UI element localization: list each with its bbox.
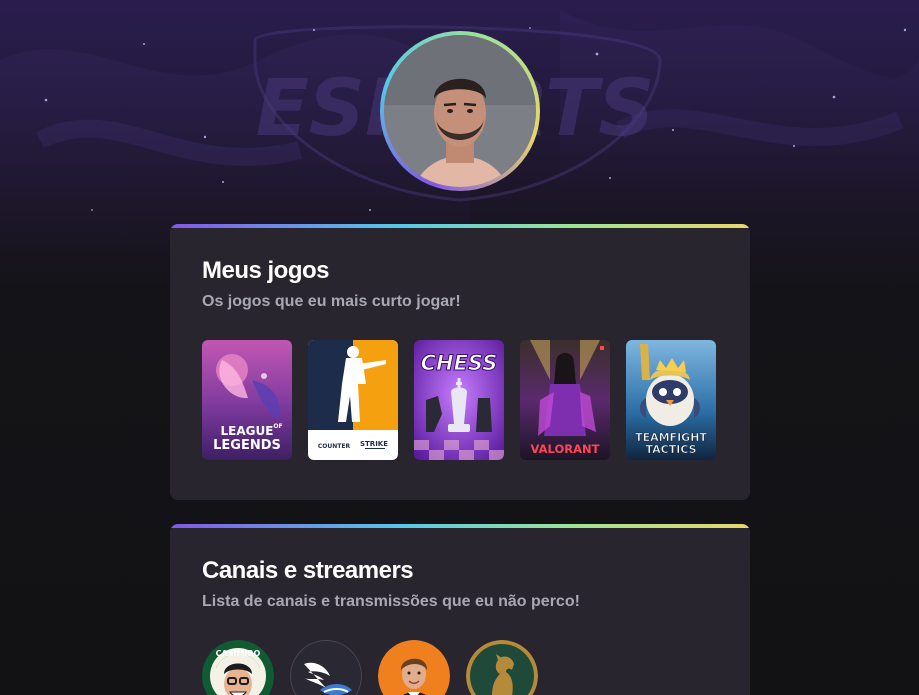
game-teamfight-tactics[interactable]: TEAMFIGHT TACTICS: [626, 340, 716, 460]
channels-subtitle: Lista de canais e transmissões que eu nã…: [202, 593, 580, 610]
games-subtitle: Os jogos que eu mais curto jogar!: [202, 293, 461, 310]
tft-logo-bottom: TACTICS: [645, 443, 696, 456]
profile-page: ESPORTS: [0, 0, 919, 695]
cs-logo-right: STRIKE: [360, 440, 388, 448]
games-title: Meus jogos: [202, 257, 330, 284]
lol-logo-of: OF: [273, 423, 282, 430]
chess-logo: CHESS: [421, 351, 498, 375]
channel-casimiro[interactable]: CASIMIRO: [202, 640, 274, 695]
game-valorant[interactable]: VALORANT: [520, 340, 610, 460]
channel-streamer[interactable]: [378, 640, 450, 695]
channels-list: CASIMIRO: [202, 640, 538, 695]
profile-avatar: [384, 35, 536, 187]
channels-card: Canais e streamers Lista de canais e tra…: [170, 524, 750, 695]
channels-title: Canais e streamers: [202, 557, 414, 584]
casimiro-logo-text: CASIMIRO: [216, 649, 261, 658]
card-gradient-bar: [170, 524, 750, 528]
lol-logo-bottom: LEGENDS: [213, 438, 281, 453]
games-card: Meus jogos Os jogos que eu mais curto jo…: [170, 224, 750, 500]
games-list: LEAGUE OF LEGENDS COUNTER STRIKE CHESS V…: [202, 340, 716, 460]
channel-wing[interactable]: [290, 640, 362, 695]
cs-logo-left: COUNTER: [318, 443, 351, 450]
game-chess[interactable]: CHESS: [414, 340, 504, 460]
lol-logo-top: LEAGUE: [221, 424, 274, 438]
profile-avatar-ring: [380, 31, 540, 191]
game-league-of-legends[interactable]: LEAGUE OF LEGENDS: [202, 340, 292, 460]
game-counter-strike[interactable]: COUNTER STRIKE: [308, 340, 398, 460]
card-gradient-bar: [170, 224, 750, 228]
valorant-logo: VALORANT: [531, 442, 600, 456]
channel-horse[interactable]: [466, 640, 538, 695]
